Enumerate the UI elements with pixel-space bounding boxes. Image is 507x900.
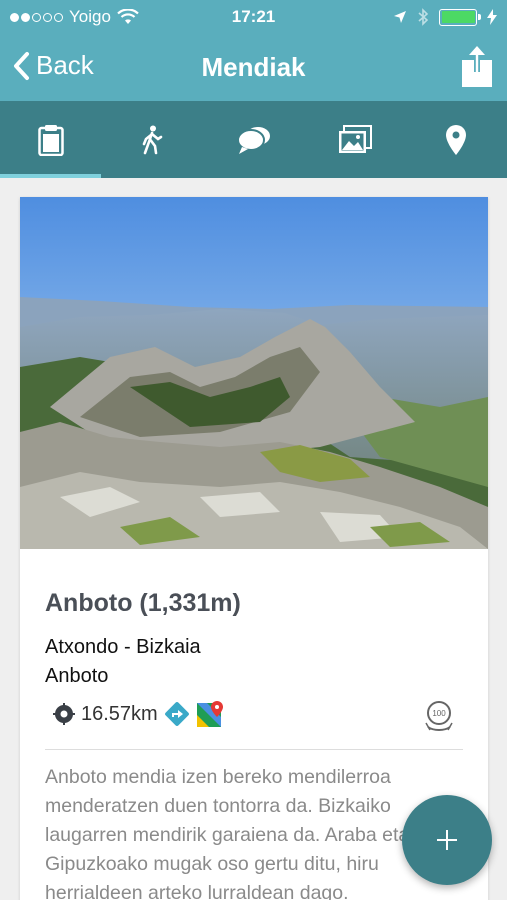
summit-badge-icon: 100 <box>425 701 453 732</box>
hiker-icon <box>142 125 163 154</box>
photos-icon <box>338 124 372 153</box>
tab-bar <box>0 101 507 178</box>
comments-icon <box>236 126 270 154</box>
directions-icon[interactable] <box>164 701 190 727</box>
bluetooth-icon <box>418 8 429 26</box>
charging-icon <box>487 9 497 25</box>
distance-value: 16.57km <box>81 702 158 725</box>
page-title: Mendiak <box>201 52 306 82</box>
mountain-photo[interactable] <box>20 197 488 549</box>
svg-text:100: 100 <box>432 709 446 718</box>
tab-location[interactable] <box>406 101 507 178</box>
google-maps-icon[interactable] <box>196 700 224 728</box>
tab-photos[interactable] <box>304 101 405 178</box>
tab-comments[interactable] <box>203 101 304 178</box>
status-bar: Yoigo 17:21 <box>0 0 507 34</box>
share-icon[interactable] <box>461 46 493 88</box>
mountain-location: Atxondo - Bizkaia <box>45 636 201 658</box>
location-pin-icon <box>446 124 467 155</box>
mountain-range: Anboto <box>45 665 109 687</box>
divider <box>45 749 463 750</box>
distance-row: 16.57km <box>53 700 224 728</box>
tab-route[interactable] <box>101 101 202 178</box>
status-right <box>393 8 497 26</box>
gps-target-icon <box>53 703 75 725</box>
plus-icon <box>437 830 457 850</box>
mountain-title: Anboto (1,331m) <box>45 589 241 617</box>
location-arrow-icon <box>394 11 406 23</box>
mountain-card: Anboto (1,331m) Atxondo - Bizkaia Anboto… <box>20 197 488 900</box>
navigation-bar: Back Mendiak <box>0 34 507 101</box>
add-button[interactable] <box>402 795 492 885</box>
tab-info[interactable] <box>0 101 102 178</box>
battery-icon <box>439 8 481 26</box>
clipboard-icon <box>37 124 64 156</box>
